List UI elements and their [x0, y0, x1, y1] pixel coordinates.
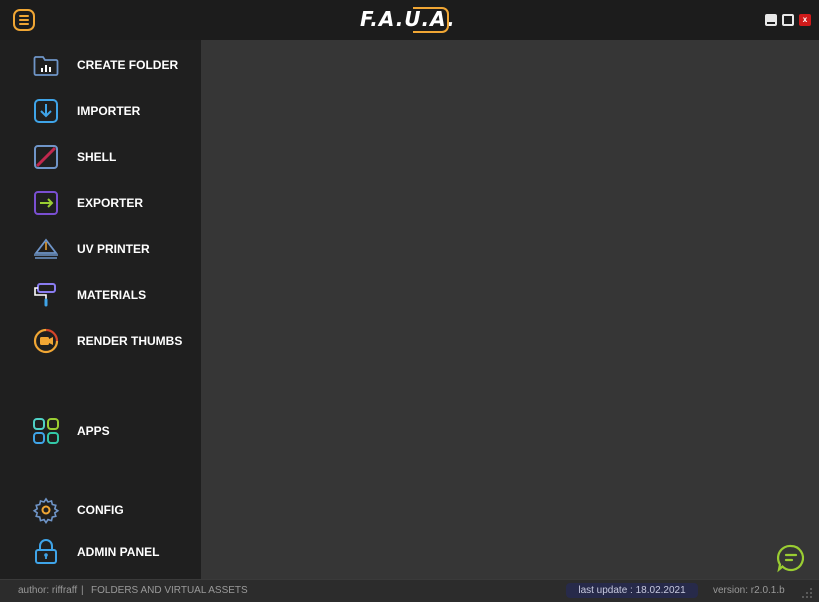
sidebar-item-render-thumbs[interactable]: RENDER THUMBS [0, 321, 201, 361]
folder-chart-icon [33, 56, 59, 76]
sidebar-item-label: UV PRINTER [77, 242, 150, 256]
main-panel [201, 40, 819, 579]
lock-icon [35, 539, 57, 564]
gear-icon [32, 497, 60, 524]
chat-bubble-icon[interactable] [776, 543, 806, 573]
sidebar-item-label: ADMIN PANEL [77, 545, 160, 559]
sidebar-item-config[interactable]: CONFIG [0, 490, 201, 530]
sidebar-item-apps[interactable]: APPS [0, 411, 201, 451]
export-arrow-icon [34, 191, 58, 215]
sidebar-item-exporter[interactable]: EXPORTER [0, 183, 201, 223]
logo-bracket [413, 7, 449, 33]
app-logo: F.A.U.A. [358, 5, 455, 36]
status-description: FOLDERS AND VIRTUAL ASSETS [91, 585, 248, 596]
resize-grip-icon[interactable] [801, 587, 813, 599]
sidebar-item-label: RENDER THUMBS [77, 334, 183, 348]
close-icon[interactable]: x [799, 14, 811, 26]
status-separator: | [81, 585, 84, 596]
last-update-badge: last update : 18.02.2021 [566, 583, 698, 598]
sidebar-item-importer[interactable]: IMPORTER [0, 91, 201, 131]
uv-printer-icon [34, 238, 58, 259]
sidebar-item-create-folder[interactable]: CREATE FOLDER [0, 45, 201, 85]
sidebar-item-label: MATERIALS [77, 288, 147, 302]
sidebar-item-label: CREATE FOLDER [77, 58, 179, 72]
apps-grid-icon [33, 418, 59, 444]
sidebar-item-label: EXPORTER [77, 196, 144, 210]
paint-roller-icon [34, 283, 56, 307]
download-arrow-icon [34, 99, 58, 123]
status-bar: author: riffraff | FOLDERS AND VIRTUAL A… [0, 579, 819, 602]
minimize-icon[interactable] [765, 14, 777, 26]
sidebar-item-materials[interactable]: MATERIALS [0, 275, 201, 315]
shell-slash-icon [34, 145, 58, 169]
sidebar: CREATE FOLDER IMPORTER SHELL EXPORTER UV… [0, 40, 201, 579]
maximize-icon[interactable] [782, 14, 794, 26]
status-author: author: riffraff [18, 585, 78, 596]
sidebar-item-label: CONFIG [77, 503, 124, 517]
sidebar-item-label: IMPORTER [77, 104, 141, 118]
status-version: version: r2.0.1.b [713, 585, 785, 596]
camera-ring-icon [33, 328, 59, 354]
sidebar-item-admin-panel[interactable]: ADMIN PANEL [0, 532, 201, 572]
sidebar-item-uv-printer[interactable]: UV PRINTER [0, 229, 201, 269]
sidebar-item-shell[interactable]: SHELL [0, 137, 201, 177]
sidebar-item-label: APPS [77, 424, 110, 438]
title-bar: F.A.U.A. x [0, 0, 819, 40]
hamburger-menu-icon[interactable] [13, 9, 35, 31]
sidebar-item-label: SHELL [77, 150, 117, 164]
